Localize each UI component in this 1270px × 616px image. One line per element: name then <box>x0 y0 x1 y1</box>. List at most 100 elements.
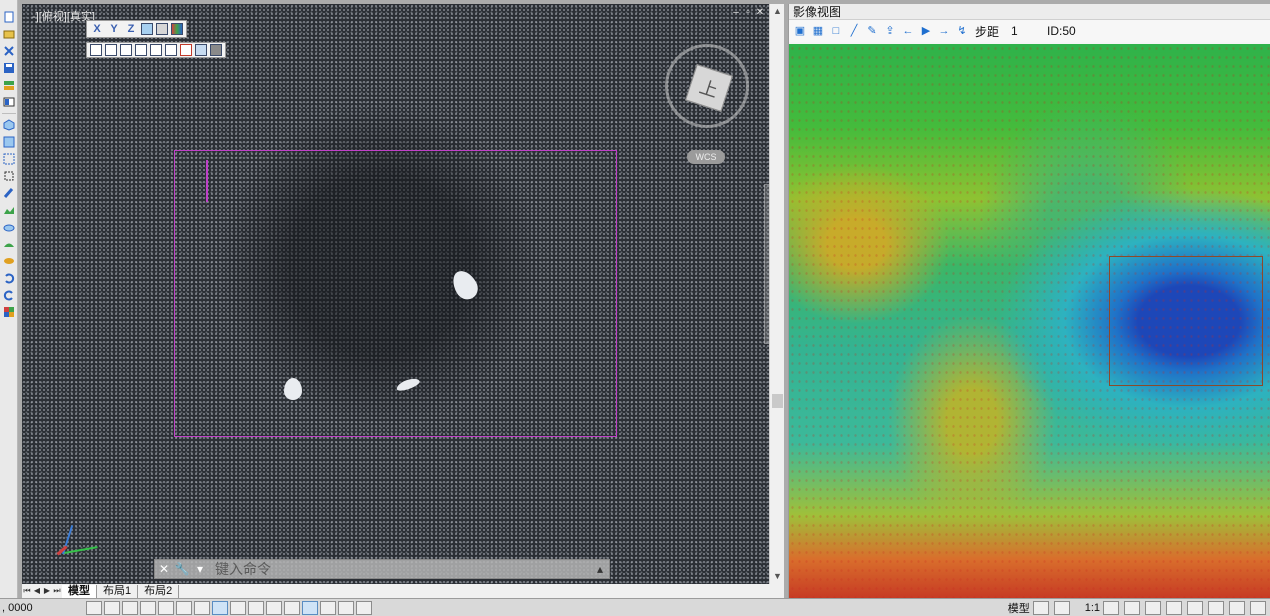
model-space-button[interactable]: 模型 <box>1008 600 1030 616</box>
cube-front-icon[interactable] <box>90 44 102 56</box>
surface-icon[interactable] <box>2 237 16 251</box>
scroll-down-arrow[interactable]: ▼ <box>770 569 785 584</box>
viewport-vertical-scrollbar[interactable]: ▲ ▼ <box>769 4 784 584</box>
cube-left-icon[interactable] <box>120 44 132 56</box>
ortho-toggle[interactable] <box>140 600 156 615</box>
viewcube-top-face[interactable]: 上 <box>685 64 733 112</box>
tab-last-icon[interactable]: ⏭ <box>52 585 62 597</box>
image-fit-icon[interactable]: ▣ <box>793 24 807 38</box>
floating-cube-toolbar <box>86 42 226 58</box>
save-icon[interactable] <box>2 61 16 75</box>
view-z-button[interactable]: Z <box>124 22 138 36</box>
image-play-icon[interactable]: ▶ <box>919 24 933 38</box>
cube-bottom-icon[interactable] <box>165 44 177 56</box>
dashed-rectangle-icon[interactable] <box>2 152 16 166</box>
isometric-toggle[interactable] <box>176 600 192 615</box>
select-window-icon[interactable] <box>2 169 16 183</box>
command-settings-icon[interactable]: 🔧 <box>173 560 191 578</box>
annotation-scale[interactable]: 1:1 <box>1085 602 1100 614</box>
view-x-button[interactable]: X <box>90 22 104 36</box>
restore-icon[interactable]: ▫ <box>743 8 753 18</box>
cloud-icon[interactable] <box>2 220 16 234</box>
redo-icon[interactable] <box>2 288 16 302</box>
grid-snap-toggle[interactable] <box>122 600 138 615</box>
viewcube[interactable]: 上 <box>665 44 749 128</box>
shade-icon[interactable] <box>210 44 222 56</box>
workspace-gear-icon[interactable] <box>1145 601 1161 615</box>
lock-icon[interactable] <box>1166 601 1182 615</box>
selection-cycling-toggle[interactable] <box>266 600 282 615</box>
image-edit-icon[interactable]: ✎ <box>865 24 879 38</box>
minimize-icon[interactable]: – <box>731 8 741 18</box>
gizmo-toggle[interactable] <box>356 600 372 615</box>
image-export-icon[interactable]: ⇪ <box>883 24 897 38</box>
3d-osnap-toggle[interactable] <box>284 600 300 615</box>
hardware-acceleration-icon[interactable] <box>1187 601 1203 615</box>
clip-icon[interactable] <box>180 44 192 56</box>
polar-toggle[interactable] <box>158 600 174 615</box>
terrain-icon[interactable] <box>2 203 16 217</box>
cad-application: -][俯视][真实] – ▫ ✕ X Y Z 上 WCS ▲ ▼ ✕ 🔧 ▾ 键… <box>0 0 1270 616</box>
tab-first-icon[interactable]: ⏮ <box>22 585 32 597</box>
snap-toggle[interactable] <box>86 600 102 615</box>
tab-layout1[interactable]: 布局1 <box>97 584 139 598</box>
annotation-visibility-icon[interactable] <box>1103 601 1119 615</box>
image-back-icon[interactable]: ← <box>901 24 915 38</box>
tab-model[interactable]: 模型 <box>62 584 97 598</box>
cloud-view-icon[interactable] <box>195 44 207 56</box>
scroll-thumb[interactable] <box>772 394 783 408</box>
image-open-icon[interactable]: ▦ <box>811 24 825 38</box>
rectangle-icon[interactable] <box>2 135 16 149</box>
object-tracking-toggle[interactable] <box>194 600 210 615</box>
new-file-icon[interactable] <box>2 10 16 24</box>
command-history-icon[interactable]: ▾ <box>191 560 209 578</box>
close-icon[interactable] <box>2 44 16 58</box>
brush-icon[interactable] <box>2 186 16 200</box>
image-jump-icon[interactable]: ↯ <box>955 24 969 38</box>
scroll-up-arrow[interactable]: ▲ <box>770 4 785 19</box>
tab-layout2[interactable]: 布局2 <box>138 584 180 598</box>
view-y-button[interactable]: Y <box>107 22 121 36</box>
polygon-icon[interactable] <box>2 118 16 132</box>
image-crop-icon[interactable]: □ <box>829 24 843 38</box>
command-expand-icon[interactable]: ▴ <box>591 560 609 578</box>
command-close-icon[interactable]: ✕ <box>155 560 173 578</box>
palette-icon[interactable] <box>2 305 16 319</box>
command-input[interactable] <box>209 561 591 577</box>
grid-display-toggle[interactable] <box>104 600 120 615</box>
image-view-icon[interactable] <box>141 23 153 35</box>
cube-top-icon[interactable] <box>150 44 162 56</box>
image-heatmap[interactable] <box>789 44 1270 598</box>
cube-right-icon[interactable] <box>135 44 147 56</box>
color-mode-icon[interactable] <box>171 23 183 35</box>
transparency-toggle[interactable] <box>248 600 264 615</box>
toolbar-separator <box>2 113 16 114</box>
properties-icon[interactable] <box>2 95 16 109</box>
contour-icon[interactable] <box>2 254 16 268</box>
model-viewport[interactable]: -][俯视][真实] – ▫ ✕ X Y Z 上 WCS <box>22 4 769 584</box>
step-value[interactable]: 1 <box>1011 24 1035 38</box>
auto-scale-icon[interactable] <box>1124 601 1140 615</box>
quick-view-layouts-icon[interactable] <box>1032 601 1049 615</box>
wcs-badge[interactable]: WCS <box>687 150 725 164</box>
lightbulb-icon[interactable] <box>1229 601 1245 615</box>
cube-back-icon[interactable] <box>105 44 117 56</box>
grid-view-icon[interactable] <box>156 23 168 35</box>
lineweight-toggle[interactable] <box>230 600 246 615</box>
dynamic-input-toggle[interactable] <box>320 600 336 615</box>
quick-properties-toggle[interactable] <box>338 600 354 615</box>
isolate-objects-icon[interactable] <box>1208 601 1224 615</box>
open-folder-icon[interactable] <box>2 27 16 41</box>
undo-icon[interactable] <box>2 271 16 285</box>
layers-icon[interactable] <box>2 78 16 92</box>
image-measure-icon[interactable]: ╱ <box>847 24 861 38</box>
tab-next-icon[interactable]: ▶ <box>42 585 52 597</box>
close-viewport-icon[interactable]: ✕ <box>755 8 765 18</box>
layout-tabs: ⏮ ◀ ▶ ⏭ 模型 布局1 布局2 <box>22 584 784 598</box>
image-forward-icon[interactable]: → <box>937 24 951 38</box>
dynamic-ucs-toggle[interactable] <box>302 600 318 615</box>
quick-view-drawings-icon[interactable] <box>1053 601 1070 615</box>
customization-menu-icon[interactable] <box>1250 601 1266 615</box>
tab-prev-icon[interactable]: ◀ <box>32 585 42 597</box>
object-snap-toggle[interactable] <box>212 600 228 615</box>
